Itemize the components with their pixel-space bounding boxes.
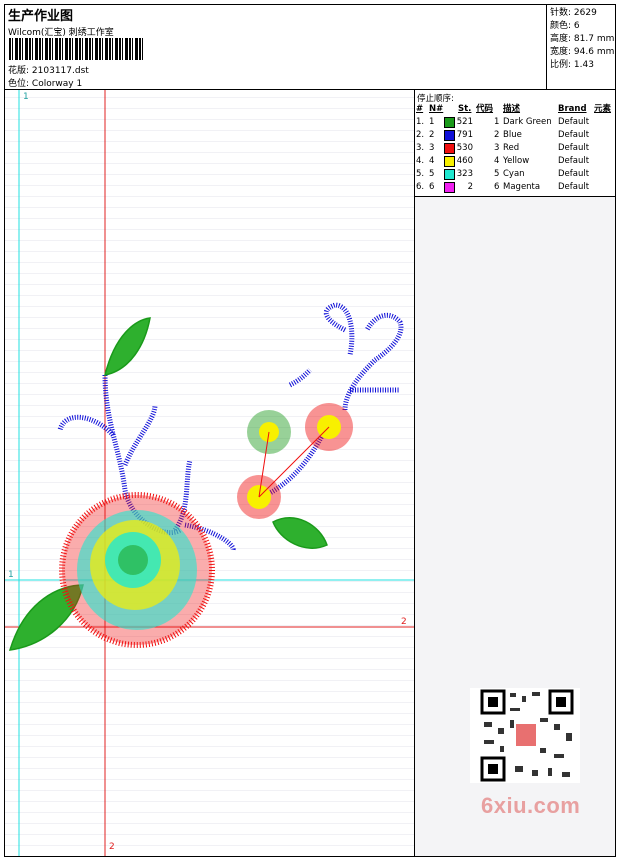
color-description: Cyan <box>503 169 525 179</box>
thread-brand: Default <box>558 182 590 192</box>
color-swatch <box>444 169 455 180</box>
color-swatch <box>444 143 455 154</box>
color-description: Magenta <box>503 182 541 192</box>
qr-code-graphic <box>480 689 574 782</box>
axis-label-bottom: 2 <box>109 842 115 852</box>
header: 生产作业图 Wilcom(汇宝) 刺绣工作室 花版: 2103117.dst 色… <box>5 5 615 90</box>
large-flower <box>59 492 215 648</box>
stat-width: 宽度: 94.6 mm <box>550 47 615 57</box>
design-canvas: 1 1 2 2 <box>5 90 415 856</box>
stitch-count: 2 <box>467 182 473 192</box>
table-row: 5. 5 5 Cyan Default 323 <box>415 168 615 181</box>
color-code: 5 <box>494 169 500 179</box>
stats-box: 针数: 2629 颜色: 6 高度: 81.7 mm 宽度: 94.6 mm 比… <box>546 5 615 89</box>
row-number: 1. <box>416 117 425 127</box>
production-sheet: 生产作业图 Wilcom(汇宝) 刺绣工作室 花版: 2103117.dst 色… <box>4 4 616 857</box>
page-title: 生产作业图 <box>8 9 74 24</box>
stop-sequence-table: 停止顺序: # N# St. 代码 描述 Brand 元素 1. 1 1 Dark G… <box>415 90 615 197</box>
colorway-label: 色位: <box>8 79 30 89</box>
needle-number: 2 <box>429 130 435 140</box>
table-row: 1. 1 1 Dark Green Default 521 <box>415 116 615 129</box>
stat-colors: 颜色: 6 <box>550 21 580 31</box>
thread-brand: Default <box>558 156 590 166</box>
stitch-count: 791 <box>456 130 473 140</box>
stitch-count: 460 <box>456 156 473 166</box>
needle-number: 1 <box>429 117 435 127</box>
axis-label-right: 2 <box>401 617 407 627</box>
needle-number: 5 <box>429 169 435 179</box>
color-code: 6 <box>494 182 500 192</box>
thread-brand: Default <box>558 130 590 140</box>
thread-brand: Default <box>558 117 590 127</box>
needle-number: 4 <box>429 156 435 166</box>
color-code: 3 <box>494 143 500 153</box>
table-row: 4. 4 4 Yellow Default 460 <box>415 155 615 168</box>
stitch-count: 521 <box>456 117 473 127</box>
thread-brand: Default <box>558 143 590 153</box>
table-row: 2. 2 2 Blue Default 791 <box>415 129 615 142</box>
row-number: 5. <box>416 169 425 179</box>
embroidery-design <box>5 90 414 856</box>
table-row: 3. 3 3 Red Default 530 <box>415 142 615 155</box>
design-value: 2103117.dst <box>31 66 89 76</box>
table-header: # N# St. 代码 描述 Brand 元素 <box>416 104 612 114</box>
colorway: 色位: Colorway 1 <box>8 76 82 89</box>
color-description: Dark Green <box>503 117 552 127</box>
needle-number: 3 <box>429 143 435 153</box>
design-label: 花版: <box>8 66 30 76</box>
color-swatch <box>444 182 455 193</box>
color-code: 1 <box>494 117 500 127</box>
color-description: Yellow <box>503 156 530 166</box>
color-swatch <box>444 117 455 128</box>
small-flowers <box>237 403 353 519</box>
stitch-count: 530 <box>456 143 473 153</box>
stat-stitches: 针数: 2629 <box>550 8 597 18</box>
colorway-value: Colorway 1 <box>31 79 83 89</box>
row-number: 3. <box>416 143 425 153</box>
row-number: 6. <box>416 182 425 192</box>
axis-label-top: 1 <box>23 92 29 102</box>
color-description: Blue <box>503 130 522 140</box>
row-number: 2. <box>416 130 425 140</box>
color-code: 4 <box>494 156 500 166</box>
needle-number: 6 <box>429 182 435 192</box>
table-row: 6. 6 6 Magenta Default 2 <box>415 181 615 194</box>
subtitle: Wilcom(汇宝) 刺绣工作室 <box>8 28 114 38</box>
design-file: 花版: 2103117.dst <box>8 63 89 76</box>
color-swatch <box>444 130 455 141</box>
watermark: 6xiu.com <box>481 793 581 818</box>
qr-code <box>470 688 580 783</box>
stat-height: 高度: 81.7 mm <box>550 34 615 44</box>
barcode <box>9 38 143 60</box>
color-swatch <box>444 156 455 167</box>
color-code: 2 <box>494 130 500 140</box>
axis-label-left: 1 <box>8 570 14 580</box>
stat-scale: 比例: 1.43 <box>550 60 594 70</box>
color-description: Red <box>503 143 520 153</box>
stitch-count: 323 <box>456 169 473 179</box>
row-number: 4. <box>416 156 425 166</box>
thread-brand: Default <box>558 169 590 179</box>
